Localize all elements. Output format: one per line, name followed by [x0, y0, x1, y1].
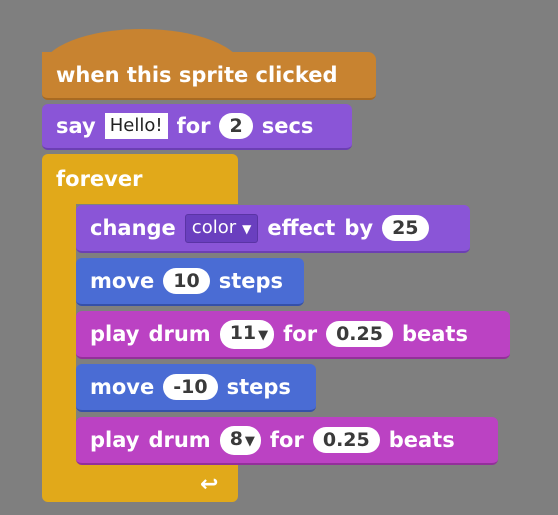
steps-word: steps [218, 269, 284, 293]
say-word: say [56, 114, 96, 138]
drum-word: drum [148, 322, 211, 346]
effect-dropdown-value: color [191, 216, 237, 238]
say-for-secs-block[interactable]: say Hello! for 2 secs [42, 104, 352, 150]
drum-dropdown[interactable]: 8 ▼ [219, 425, 261, 455]
beats-input[interactable]: 0.25 [326, 321, 393, 347]
change-effect-block[interactable]: change color ▼ effect by 25 [76, 205, 470, 253]
loop-arrow-icon: ↩ [200, 472, 219, 497]
move-steps-block-2[interactable]: move -10 steps [76, 364, 316, 412]
play-word: play [90, 428, 140, 452]
drum-value: 11 [229, 321, 257, 344]
beats-input[interactable]: 0.25 [312, 427, 380, 453]
dropdown-arrow-icon: ▼ [242, 221, 252, 236]
beats-word: beats [401, 322, 468, 346]
dropdown-arrow-icon: ▼ [244, 433, 255, 449]
forever-block-top[interactable]: forever [42, 154, 238, 204]
steps-word: steps [226, 375, 291, 399]
say-text-input[interactable]: Hello! [104, 113, 168, 139]
secs-input[interactable]: 2 [219, 113, 253, 139]
play-drum-block-2[interactable]: play drum 8 ▼ for 0.25 beats [76, 417, 498, 465]
forever-block-arm[interactable] [42, 200, 76, 464]
for-word: for [283, 322, 318, 346]
drum-word: drum [148, 428, 211, 452]
for-word: for [269, 428, 304, 452]
effect-dropdown[interactable]: color ▼ [184, 213, 259, 243]
dropdown-arrow-icon: ▼ [258, 327, 269, 343]
play-drum-block-1[interactable]: play drum 11 ▼ for 0.25 beats [76, 311, 510, 359]
drum-dropdown[interactable]: 11 ▼ [219, 319, 275, 349]
steps-input[interactable]: -10 [163, 374, 218, 400]
move-word: move [90, 375, 155, 399]
for-word: for [176, 114, 211, 138]
move-word: move [90, 269, 155, 293]
secs-word: secs [261, 114, 314, 138]
steps-input[interactable]: 10 [163, 268, 210, 294]
by-word: by [344, 216, 374, 240]
play-word: play [90, 322, 140, 346]
hat-block-label: when this sprite clicked [56, 63, 338, 87]
effect-word: effect [267, 216, 336, 240]
when-sprite-clicked-block[interactable]: when this sprite clicked [42, 52, 376, 100]
move-steps-block-1[interactable]: move 10 steps [76, 258, 304, 306]
forever-label: forever [56, 167, 143, 191]
effect-amount-input[interactable]: 25 [382, 215, 429, 241]
beats-word: beats [388, 428, 455, 452]
change-word: change [90, 216, 176, 240]
drum-value: 8 [229, 427, 243, 450]
